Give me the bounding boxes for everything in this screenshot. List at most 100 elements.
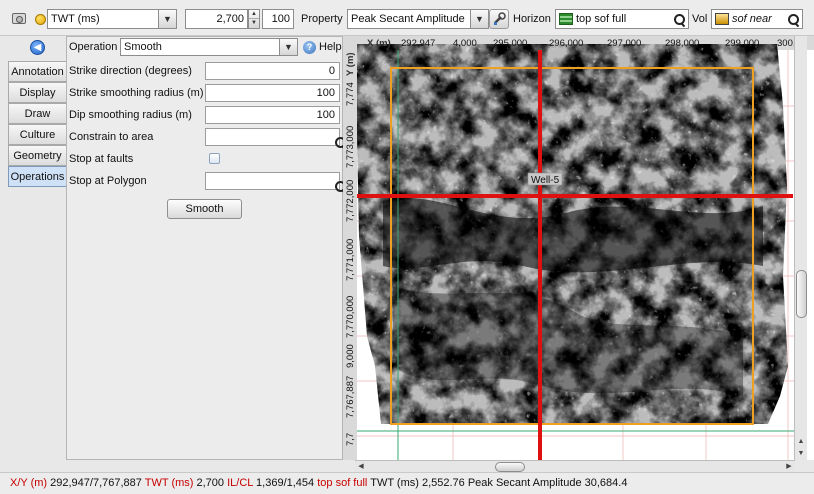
tab-draw[interactable]: Draw (8, 103, 66, 124)
operation-combo-value: Smooth (124, 41, 162, 53)
operation-row: Operation Smooth ▼ ? Help (67, 37, 342, 57)
map-view[interactable]: Well-5 X (m) 292,947 4,000 295,000 296,0… (343, 36, 814, 460)
property-combo[interactable]: Peak Secant Amplitude ▼ (347, 9, 489, 29)
x-tick-label: 297,000 (607, 38, 641, 49)
time-value-text: 2,700 (216, 13, 244, 25)
horizon-field[interactable]: top sof full (555, 9, 689, 29)
status-horizon-info: TWT (ms) 2,552.76 Peak Secant Amplitude … (370, 477, 628, 489)
y-axis-label: Y (m) (345, 52, 356, 76)
vol-field-value: sof near (732, 13, 772, 25)
step-field[interactable]: 100 (262, 9, 294, 29)
vertical-tab-bar: Annotation Display Draw Culture Geometry… (8, 61, 66, 187)
step-value-text: 100 (271, 13, 290, 25)
stop-faults-row: Stop at faults (67, 149, 342, 169)
spin-up-icon[interactable]: ▲ (249, 10, 259, 19)
strike-radius-row: Strike smoothing radius (m) 100 (67, 83, 342, 103)
strike-radius-value: 100 (316, 87, 335, 99)
volume-icon (715, 13, 729, 25)
stop-faults-label: Stop at faults (69, 153, 134, 165)
tab-operations[interactable]: Operations (8, 166, 66, 187)
twt-value: 2,700 (196, 477, 225, 489)
stop-polygon-field[interactable] (205, 172, 340, 190)
y-tick-label: 7,767,887 (345, 376, 356, 418)
y-tick-label: 7,774 (345, 82, 356, 106)
tab-label: Annotation (11, 65, 64, 78)
x-tick-label: 298,000 (665, 38, 699, 49)
stop-polygon-label: Stop at Polygon (69, 175, 147, 187)
search-icon[interactable] (670, 13, 688, 25)
camera-icon[interactable] (12, 13, 26, 24)
y-tick-label: 7,771,000 (345, 239, 356, 281)
scroll-down-icon[interactable]: ▼ (795, 448, 807, 460)
tab-geometry[interactable]: Geometry (8, 145, 66, 166)
y-tick-label: 7,772,000 (345, 180, 356, 222)
tab-label: Geometry (13, 149, 62, 162)
constrain-area-field[interactable] (205, 128, 340, 146)
status-dot-icon[interactable] (35, 14, 46, 25)
help-link[interactable]: Help (319, 41, 342, 53)
operations-panel: Operation Smooth ▼ ? Help Strike directi… (66, 36, 343, 460)
y-tick-label: 7,7 (345, 433, 356, 446)
dip-radius-label: Dip smoothing radius (m) (69, 109, 192, 121)
tab-label: Draw (24, 107, 51, 120)
constrain-label: Constrain to area (69, 131, 154, 143)
operation-combo[interactable]: Smooth ▼ (120, 38, 298, 56)
stop-polygon-row: Stop at Polygon (67, 171, 342, 191)
wrench-icon[interactable] (489, 9, 509, 29)
tab-annotation[interactable]: Annotation (8, 61, 66, 82)
smooth-button-label: Smooth (185, 203, 224, 215)
horizon-field-value: top sof full (576, 13, 627, 25)
spin-down-icon[interactable]: ▼ (249, 19, 259, 28)
x-axis-label: X (m) (367, 38, 391, 49)
x-tick-label: 4,000 (453, 38, 477, 49)
tab-display[interactable]: Display (8, 82, 66, 103)
seismic-map-canvas[interactable]: Well-5 X (m) 292,947 4,000 295,000 296,0… (343, 36, 814, 460)
x-tick-label: 300, (777, 38, 796, 49)
time-value-field[interactable]: 2,700 (185, 9, 248, 29)
twt-label: TWT (ms) (144, 477, 194, 489)
dip-radius-row: Dip smoothing radius (m) 100 (67, 105, 342, 125)
dip-radius-value: 100 (316, 109, 335, 121)
vertical-scrollbar[interactable]: ▲ ▼ (794, 36, 807, 460)
x-tick-label: 295,000 (493, 38, 527, 49)
horizontal-scrollbar[interactable]: ◀ ▶ (355, 460, 795, 473)
x-tick-label: 296,000 (549, 38, 583, 49)
x-tick-label: 299,000 (725, 38, 759, 49)
chevron-down-icon[interactable]: ▼ (279, 39, 297, 55)
strike-direction-field[interactable]: 0 (205, 62, 340, 80)
strike-radius-field[interactable]: 100 (205, 84, 340, 102)
x-tick-label: 292,947 (401, 38, 435, 49)
strike-direction-label: Strike direction (degrees) (69, 65, 192, 77)
chevron-down-icon[interactable]: ▼ (470, 10, 488, 28)
tab-label: Display (19, 86, 56, 99)
vol-field[interactable]: sof near (711, 9, 803, 29)
domain-combo[interactable]: TWT (ms) ▼ (47, 9, 177, 29)
ilcl-label: IL/CL (227, 477, 253, 489)
y-tick-label: 7,773,000 (345, 126, 356, 168)
operation-label: Operation (69, 41, 118, 53)
well-label[interactable]: Well-5 (531, 175, 560, 186)
strike-radius-label: Strike smoothing radius (m) (69, 87, 204, 99)
domain-combo-value: TWT (ms) (51, 13, 100, 25)
stop-faults-checkbox[interactable] (209, 153, 220, 164)
help-icon[interactable]: ? (303, 41, 316, 54)
property-combo-value: Peak Secant Amplitude (351, 13, 465, 25)
smooth-button[interactable]: Smooth (167, 199, 242, 219)
chevron-down-icon[interactable]: ▼ (158, 10, 176, 28)
top-toolbar: TWT (ms) ▼ 2,700 ▲ ▼ 100 Property Peak S… (0, 0, 814, 36)
time-spinner[interactable]: ▲ ▼ (248, 9, 260, 29)
ilcl-value: 1,369/1,454 (256, 477, 315, 489)
vertical-scroll-thumb[interactable] (796, 270, 807, 318)
xy-value: 292,947/7,767,887 (50, 477, 142, 489)
dip-radius-field[interactable]: 100 (205, 106, 340, 124)
tab-culture[interactable]: Culture (8, 124, 66, 145)
tab-label: Operations (10, 170, 65, 183)
horizon-label: Horizon (513, 13, 551, 25)
horizontal-scroll-thumb[interactable] (495, 462, 525, 472)
property-label: Property (301, 13, 343, 25)
status-horizon-name: top sof full (317, 477, 368, 489)
back-arrow-icon[interactable]: ◀ (30, 40, 45, 55)
status-bar: X/Y (m) 292,947/7,767,887 TWT (ms) 2,700… (0, 472, 814, 494)
search-icon[interactable] (784, 13, 802, 25)
scroll-up-icon[interactable]: ▲ (795, 436, 807, 448)
